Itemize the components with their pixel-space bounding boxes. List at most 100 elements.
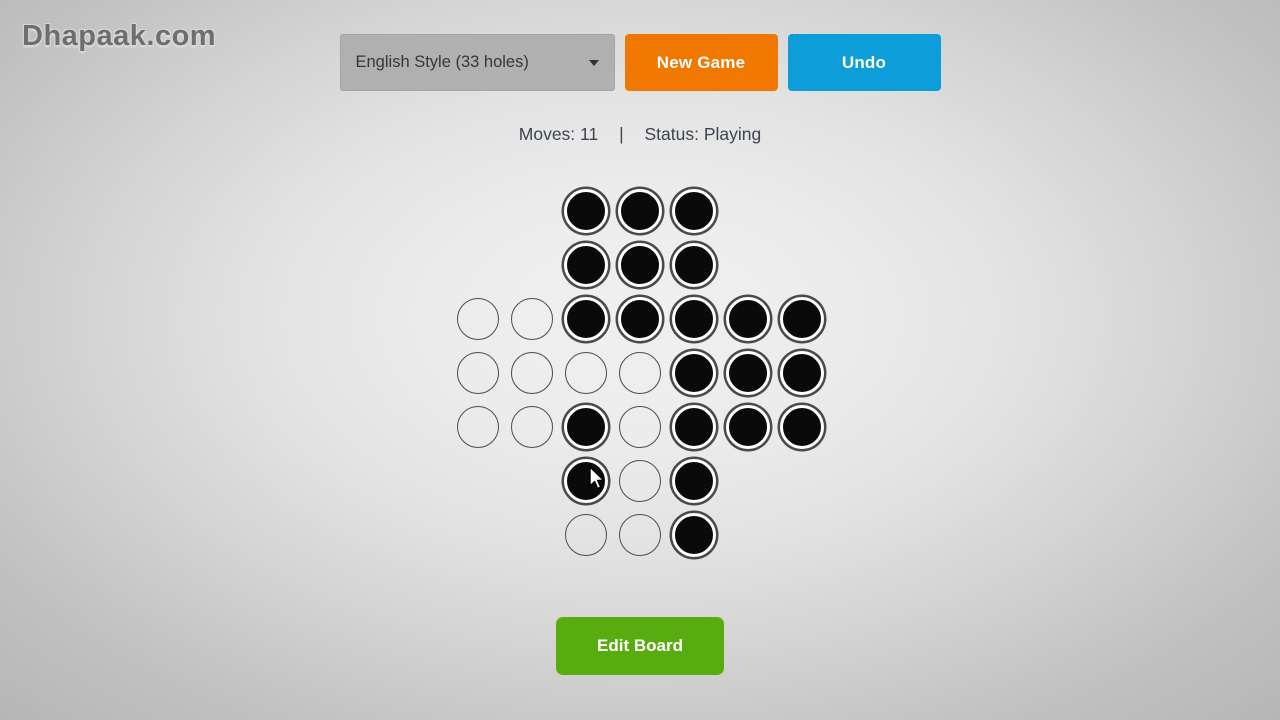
board-cell-peg[interactable]: [667, 400, 721, 454]
peg-piece[interactable]: [780, 297, 824, 341]
board-cell-hole[interactable]: [613, 346, 667, 400]
peg-piece[interactable]: [672, 351, 716, 395]
board-cell-void: [775, 238, 829, 292]
board-cell-void: [721, 454, 775, 508]
board-cell-hole[interactable]: [505, 346, 559, 400]
footer: Edit Board: [0, 617, 1280, 675]
empty-hole[interactable]: [511, 352, 553, 394]
board-cell-void: [505, 238, 559, 292]
board-cell-peg[interactable]: [667, 292, 721, 346]
peg-piece[interactable]: [564, 189, 608, 233]
board-cell-peg[interactable]: [613, 184, 667, 238]
board-cell-void: [721, 508, 775, 562]
board-cell-void: [721, 184, 775, 238]
chevron-down-icon: [588, 59, 599, 66]
board-cell-peg[interactable]: [721, 292, 775, 346]
board-cell-peg[interactable]: [559, 238, 613, 292]
board-cell-peg[interactable]: [721, 400, 775, 454]
board-cell-void: [451, 184, 505, 238]
peg-piece[interactable]: [564, 459, 608, 503]
board-cell-peg[interactable]: [667, 454, 721, 508]
board-row: [451, 346, 829, 400]
peg-piece[interactable]: [726, 297, 770, 341]
peg-piece[interactable]: [726, 351, 770, 395]
board-cell-peg[interactable]: [559, 292, 613, 346]
board-cell-void: [505, 184, 559, 238]
game-status: Status: Playing: [644, 124, 762, 144]
empty-hole[interactable]: [457, 406, 499, 448]
edit-board-button[interactable]: Edit Board: [556, 617, 724, 675]
peg-piece[interactable]: [618, 189, 662, 233]
board-cell-void: [775, 454, 829, 508]
empty-hole[interactable]: [619, 352, 661, 394]
board-cell-peg[interactable]: [667, 238, 721, 292]
board-cell-hole[interactable]: [559, 508, 613, 562]
board-cell-hole[interactable]: [559, 346, 613, 400]
status-bar: Moves: 11 | Status: Playing: [0, 124, 1280, 145]
board-cell-peg[interactable]: [559, 184, 613, 238]
board-cell-peg[interactable]: [559, 400, 613, 454]
board-cell-hole[interactable]: [613, 454, 667, 508]
board-row: [451, 400, 829, 454]
board-cell-void: [505, 454, 559, 508]
board-cell-hole[interactable]: [613, 400, 667, 454]
board-cell-peg[interactable]: [667, 346, 721, 400]
board-cell-peg[interactable]: [559, 454, 613, 508]
peg-piece[interactable]: [564, 405, 608, 449]
board-style-selected-value: English Style (33 holes): [355, 53, 529, 71]
peg-piece[interactable]: [672, 513, 716, 557]
empty-hole[interactable]: [457, 352, 499, 394]
board-cell-void: [775, 184, 829, 238]
board-cell-hole[interactable]: [451, 400, 505, 454]
empty-hole[interactable]: [511, 406, 553, 448]
empty-hole[interactable]: [619, 406, 661, 448]
board-cell-peg[interactable]: [721, 346, 775, 400]
empty-hole[interactable]: [565, 514, 607, 556]
empty-hole[interactable]: [619, 514, 661, 556]
board-style-select[interactable]: English Style (33 holes): [339, 34, 615, 91]
peg-piece[interactable]: [672, 243, 716, 287]
peg-solitaire-board: [451, 184, 829, 562]
peg-piece[interactable]: [780, 405, 824, 449]
board-cell-peg[interactable]: [775, 346, 829, 400]
undo-button[interactable]: Undo: [787, 34, 941, 91]
peg-piece[interactable]: [672, 459, 716, 503]
board-cell-void: [721, 238, 775, 292]
board-cell-hole[interactable]: [451, 346, 505, 400]
empty-hole[interactable]: [565, 352, 607, 394]
board-row: [451, 508, 829, 562]
status-divider: |: [619, 124, 624, 144]
board-cell-hole[interactable]: [505, 400, 559, 454]
peg-piece[interactable]: [672, 405, 716, 449]
board-row: [451, 184, 829, 238]
new-game-button[interactable]: New Game: [624, 34, 778, 91]
peg-piece[interactable]: [672, 189, 716, 233]
peg-piece[interactable]: [564, 297, 608, 341]
board-row: [451, 292, 829, 346]
board-cell-peg[interactable]: [775, 400, 829, 454]
board-cell-peg[interactable]: [667, 508, 721, 562]
board-cell-void: [451, 454, 505, 508]
peg-piece[interactable]: [672, 297, 716, 341]
board-cell-peg[interactable]: [775, 292, 829, 346]
board-cell-peg[interactable]: [667, 184, 721, 238]
empty-hole[interactable]: [511, 298, 553, 340]
board-cell-void: [451, 238, 505, 292]
peg-piece[interactable]: [780, 351, 824, 395]
moves-counter: Moves: 11: [518, 124, 599, 144]
board-cell-void: [505, 508, 559, 562]
board-row: [451, 454, 829, 508]
empty-hole[interactable]: [619, 460, 661, 502]
board-cell-void: [775, 508, 829, 562]
peg-piece[interactable]: [618, 297, 662, 341]
peg-piece[interactable]: [618, 243, 662, 287]
board-cell-hole[interactable]: [505, 292, 559, 346]
empty-hole[interactable]: [457, 298, 499, 340]
peg-piece[interactable]: [726, 405, 770, 449]
board-cell-hole[interactable]: [451, 292, 505, 346]
board-cell-peg[interactable]: [613, 238, 667, 292]
peg-piece[interactable]: [564, 243, 608, 287]
board-cell-hole[interactable]: [613, 508, 667, 562]
toolbar: English Style (33 holes) New Game Undo: [0, 34, 1280, 91]
board-cell-peg[interactable]: [613, 292, 667, 346]
